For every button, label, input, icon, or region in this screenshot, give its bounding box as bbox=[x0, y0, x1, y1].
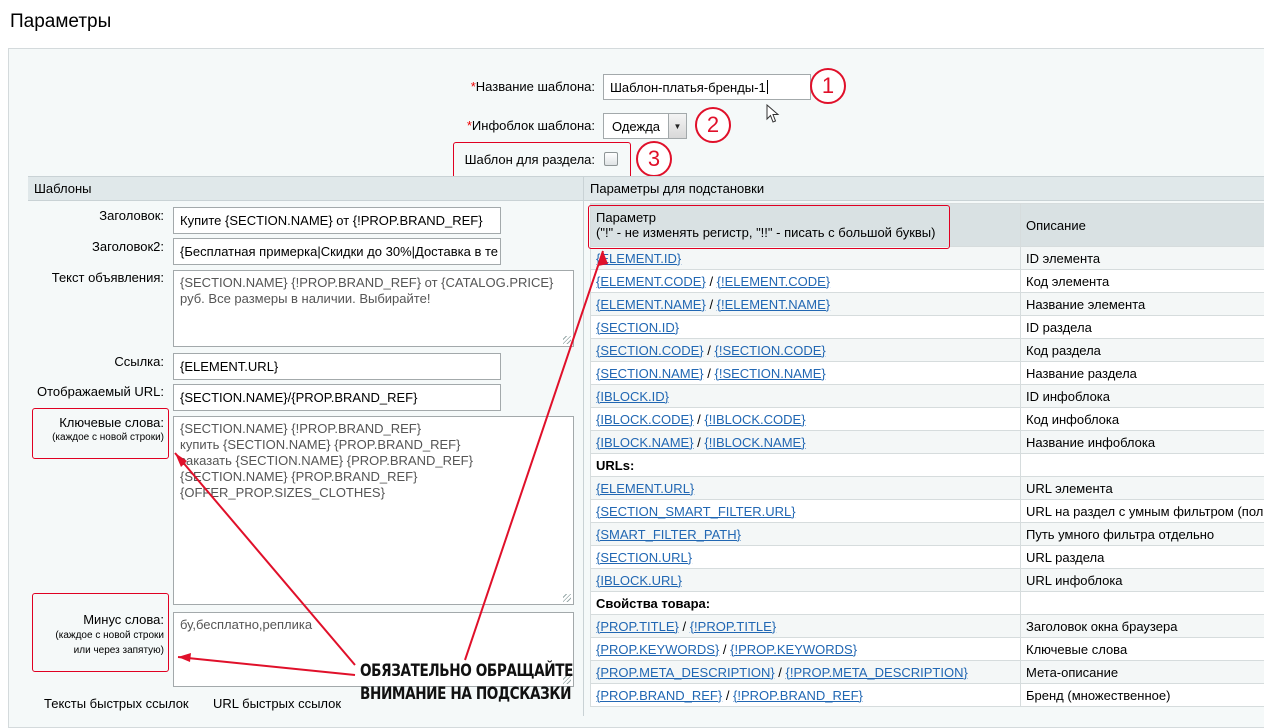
arrow-to-minus-words bbox=[178, 657, 355, 675]
annotation-line: ВНИМАНИЕ НА ПОДСКАЗКИ bbox=[360, 683, 520, 706]
annotation-line: ОБЯЗАТЕЛЬНО ОБРАЩАЙТЕ bbox=[360, 660, 520, 683]
arrow-to-keywords bbox=[175, 453, 355, 665]
arrow-head-icon bbox=[178, 653, 191, 662]
annotation-text: ОБЯЗАТЕЛЬНО ОБРАЩАЙТЕ ВНИМАНИЕ НА ПОДСКА… bbox=[360, 660, 520, 706]
annotation-arrows bbox=[0, 0, 1264, 709]
arrow-to-param-header bbox=[465, 251, 603, 660]
